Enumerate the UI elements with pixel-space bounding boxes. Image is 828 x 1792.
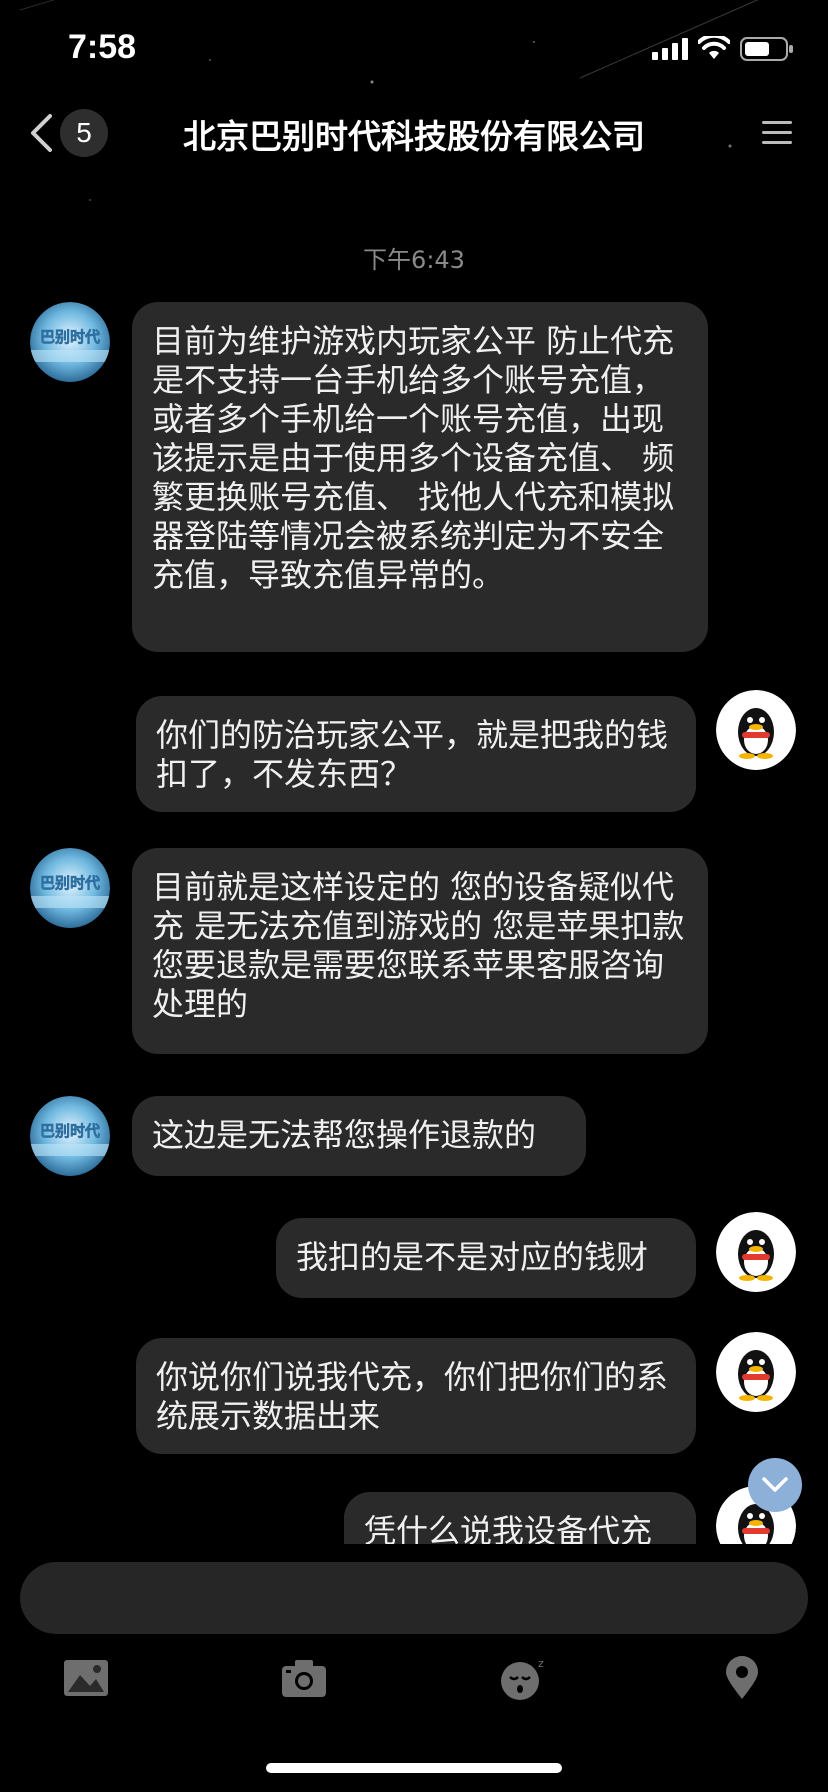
company-avatar[interactable]: 巴别时代 [30,1096,110,1176]
emoji-button[interactable]: z [492,1648,552,1708]
chat-title: 北京巴别时代科技股份有限公司 [183,117,645,156]
status-bar: 7:58 [0,0,828,100]
camera-icon [282,1660,326,1697]
cellular-signal-icon [652,38,688,60]
emoji-icon: z [501,1657,544,1700]
chevron-left-icon [31,114,52,152]
status-time: 7:58 [68,28,137,66]
user-avatar[interactable] [716,1332,796,1412]
company-avatar-logo: 巴别时代 [40,1122,100,1140]
user-avatar[interactable] [716,1212,796,1292]
battery-icon [740,37,793,61]
back-button[interactable]: 5 [28,106,114,160]
camera-button[interactable] [274,1648,334,1708]
company-avatar[interactable]: 巴别时代 [30,302,110,382]
menu-icon[interactable] [760,116,794,150]
message-bubble-sent[interactable]: 你们的防治玩家公平，就是把我的钱扣了，不发东西？ [136,696,696,812]
svg-text:z: z [538,1657,544,1670]
location-pin-icon [726,1656,758,1699]
company-avatar-logo: 巴别时代 [40,328,100,346]
message-bubble-received[interactable]: 这边是无法帮您操作退款的 [132,1096,586,1176]
message-bubble-sent[interactable]: 你说你们说我代充，你们把你们的系统展示数据出来 [136,1338,696,1454]
chat-header: 5 北京巴别时代科技股份有限公司 [0,100,828,166]
wifi-icon [698,36,730,59]
message-bubble-sent[interactable]: 凭什么说我设备代充 [344,1492,696,1544]
input-toolbar: z [0,1648,828,1708]
image-button[interactable] [56,1648,116,1708]
image-icon [64,1660,108,1696]
company-avatar[interactable]: 巴别时代 [30,848,110,928]
message-input[interactable] [20,1562,808,1634]
chevron-down-icon [762,1477,788,1492]
user-avatar[interactable] [716,690,796,770]
scroll-to-bottom-button[interactable] [748,1458,802,1512]
unread-count-badge: 5 [60,109,108,157]
message-bubble-sent[interactable]: 我扣的是不是对应的钱财 [276,1218,696,1298]
company-avatar-logo: 巴别时代 [40,874,100,892]
message-bubble-received[interactable]: 目前就是这样设定的 您的设备疑似代充 是无法充值到游戏的 您是苹果扣款 您要退款… [132,848,708,1054]
home-indicator [266,1763,562,1773]
chat-message-list[interactable]: 下午6:43 巴别时代 目前为维护游戏内玩家公平 防止代充 是不支持一台手机给多… [0,166,828,1544]
message-timestamp: 下午6:43 [363,246,465,274]
message-bubble-received[interactable]: 目前为维护游戏内玩家公平 防止代充 是不支持一台手机给多个账号充值，或者多个手机… [132,302,708,652]
location-button[interactable] [712,1648,772,1708]
